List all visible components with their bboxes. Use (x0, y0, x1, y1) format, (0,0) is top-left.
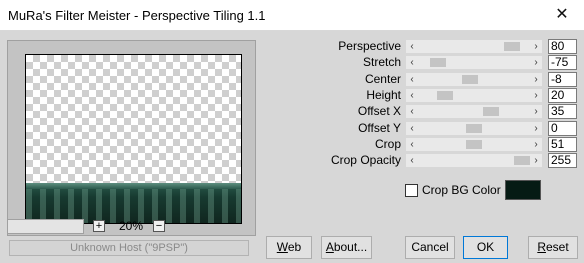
slider-thumb[interactable] (462, 75, 478, 84)
param-value-input[interactable]: 20 (548, 88, 577, 103)
web-button[interactable]: Web (266, 236, 312, 259)
param-label: Center (364, 72, 401, 86)
param-slider[interactable]: ‹ › (406, 138, 542, 151)
slider-thumb[interactable] (430, 58, 446, 67)
cancel-button[interactable]: Cancel (405, 236, 455, 259)
dialog-body: + 20% − Unknown Host ("9PSP") Perspectiv… (0, 31, 584, 263)
preview-info-box (7, 219, 84, 234)
chevron-left-icon[interactable]: ‹ (406, 40, 418, 53)
param-slider[interactable]: ‹ › (406, 154, 542, 167)
slider-thumb[interactable] (483, 107, 499, 116)
chevron-right-icon[interactable]: › (530, 138, 542, 151)
zoom-out-button[interactable]: − (153, 220, 165, 232)
title-bar: MuRa's Filter Meister - Perspective Tili… (0, 0, 584, 31)
chevron-right-icon[interactable]: › (530, 105, 542, 118)
preview-panel (7, 40, 256, 236)
about-button-label: bout... (333, 240, 368, 254)
zoom-in-button[interactable]: + (93, 220, 105, 232)
crop-bg-color-swatch[interactable] (505, 180, 541, 200)
preview-image[interactable] (25, 54, 242, 224)
param-slider[interactable]: ‹ › (406, 40, 542, 53)
param-label: Offset X (357, 104, 401, 118)
chevron-right-icon[interactable]: › (530, 89, 542, 102)
param-label: Offset Y (358, 121, 401, 135)
chevron-left-icon[interactable]: ‹ (406, 56, 418, 69)
chevron-left-icon[interactable]: ‹ (406, 73, 418, 86)
param-slider[interactable]: ‹ › (406, 89, 542, 102)
web-button-mnemonic: W (276, 240, 288, 254)
chevron-right-icon[interactable]: › (530, 40, 542, 53)
param-value-input[interactable]: 35 (548, 104, 577, 119)
chevron-right-icon[interactable]: › (530, 73, 542, 86)
close-icon[interactable]: ✕ (549, 5, 575, 25)
ok-button[interactable]: OK (463, 236, 508, 259)
param-slider[interactable]: ‹ › (406, 105, 542, 118)
chevron-left-icon[interactable]: ‹ (406, 122, 418, 135)
param-label: Crop Opacity (330, 153, 401, 167)
reset-button[interactable]: Reset (528, 236, 578, 259)
chevron-left-icon[interactable]: ‹ (406, 89, 418, 102)
slider-thumb[interactable] (466, 124, 482, 133)
chevron-right-icon[interactable]: › (530, 154, 542, 167)
param-label: Height (366, 88, 401, 102)
param-label: Crop (374, 137, 401, 151)
chevron-left-icon[interactable]: ‹ (406, 105, 418, 118)
slider-thumb[interactable] (466, 140, 482, 149)
param-value-input[interactable]: -75 (548, 55, 577, 70)
reset-button-mnemonic: R (537, 240, 546, 254)
param-value-input[interactable]: 255 (548, 153, 577, 168)
crop-bg-label: Crop BG Color (422, 183, 501, 197)
chevron-left-icon[interactable]: ‹ (406, 138, 418, 151)
zoom-level: 20% (118, 219, 144, 233)
slider-thumb[interactable] (437, 91, 453, 100)
chevron-left-icon[interactable]: ‹ (406, 154, 418, 167)
web-button-label: eb (287, 240, 302, 254)
reset-button-label: eset (545, 240, 569, 254)
param-value-input[interactable]: 51 (548, 137, 577, 152)
crop-bg-checkbox[interactable] (405, 184, 418, 197)
preview-floor (26, 183, 241, 223)
param-value-input[interactable]: 80 (548, 39, 577, 54)
chevron-right-icon[interactable]: › (530, 122, 542, 135)
window-title: MuRa's Filter Meister - Perspective Tili… (8, 8, 266, 23)
slider-thumb[interactable] (514, 156, 530, 165)
about-button[interactable]: About... (321, 236, 372, 259)
param-value-input[interactable]: -8 (548, 72, 577, 87)
host-status: Unknown Host ("9PSP") (9, 240, 249, 256)
param-slider[interactable]: ‹ › (406, 56, 542, 69)
param-label: Perspective (338, 39, 401, 53)
slider-thumb[interactable] (504, 42, 520, 51)
chevron-right-icon[interactable]: › (530, 56, 542, 69)
about-button-mnemonic: A (325, 240, 334, 254)
param-slider[interactable]: ‹ › (406, 122, 542, 135)
param-value-input[interactable]: 0 (548, 121, 577, 136)
param-slider[interactable]: ‹ › (406, 73, 542, 86)
param-label: Stretch (362, 55, 401, 69)
